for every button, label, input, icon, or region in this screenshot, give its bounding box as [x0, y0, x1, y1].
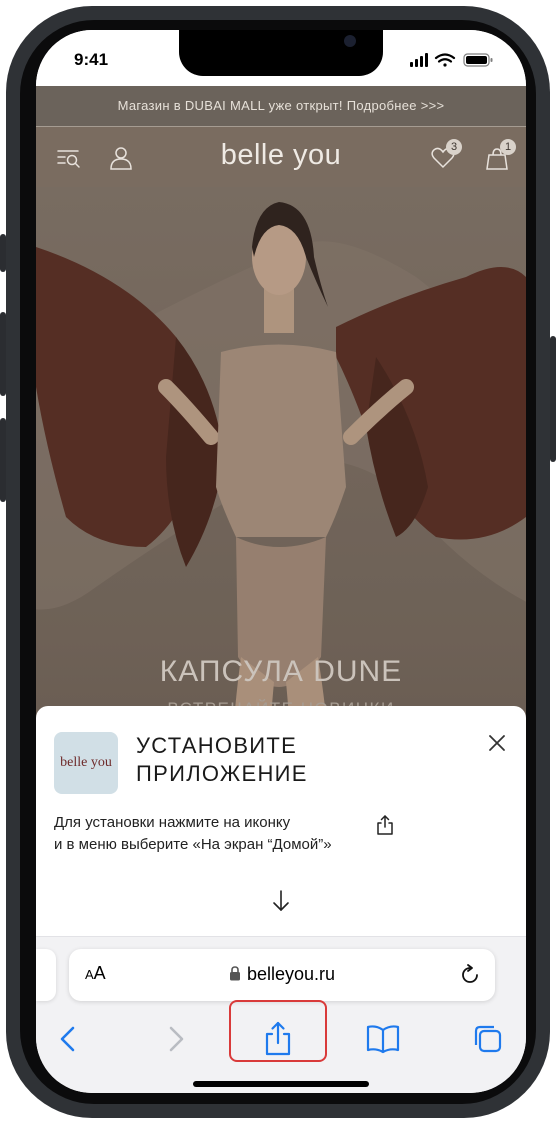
camera-icon: [344, 35, 356, 47]
status-icons: [410, 53, 493, 67]
forward-icon[interactable]: [156, 1019, 196, 1059]
instruction-line1: Для установки нажмите на иконку: [54, 814, 291, 831]
notch: [179, 30, 383, 76]
url-display[interactable]: belleyou.ru: [69, 964, 495, 985]
install-title-line2: ПРИЛОЖЕНИЕ: [136, 761, 308, 786]
install-title: УСТАНОВИТЕ ПРИЛОЖЕНИЕ: [136, 732, 466, 788]
mute-switch: [0, 234, 6, 272]
hero-title: КАПСУЛА DUNE: [159, 655, 403, 688]
battery-icon: [463, 53, 493, 67]
signal-icon: [410, 53, 428, 67]
reload-icon[interactable]: [459, 963, 481, 987]
home-indicator: [193, 1081, 369, 1087]
promo-banner[interactable]: Магазин в DUBAI MALL уже открыт! Подробн…: [36, 86, 526, 127]
volume-down-button: [0, 418, 6, 502]
tabs-icon[interactable]: [468, 1019, 508, 1059]
install-title-line1: УСТАНОВИТЕ: [136, 733, 298, 758]
safari-toolbar: AA belleyou.ru: [36, 936, 526, 1093]
wifi-icon: [434, 53, 456, 67]
share-icon: [377, 815, 393, 835]
site-header: belle you 3 1: [36, 127, 526, 187]
cart-badge: 1: [500, 139, 516, 155]
wishlist-badge: 3: [446, 139, 462, 155]
close-icon[interactable]: [486, 732, 508, 754]
bookmarks-icon[interactable]: [363, 1019, 403, 1059]
side-button: [550, 336, 556, 462]
status-bar: 9:41: [36, 30, 526, 86]
address-bar[interactable]: AA belleyou.ru: [69, 949, 495, 1001]
previous-tab-peek[interactable]: [36, 949, 56, 1001]
lock-icon: [229, 966, 240, 981]
instruction-line2: и в меню выберите «На экран “Домой”»: [54, 836, 332, 853]
back-icon[interactable]: [48, 1019, 88, 1059]
install-app-sheet: belle you УСТАНОВИТЕ ПРИЛОЖЕНИЕ Для уста…: [36, 706, 526, 956]
volume-up-button: [0, 312, 6, 396]
app-icon: belle you: [54, 732, 118, 794]
share-button-highlight: [229, 1000, 327, 1062]
status-time: 9:41: [74, 50, 109, 69]
screen: 9:41 Магазин в DUBAI MALL уже открыт! По…: [36, 30, 526, 1093]
url-text: belleyou.ru: [246, 964, 336, 984]
install-instructions: Для установки нажмите на иконку и в меню…: [54, 812, 494, 856]
arrow-down-icon: [273, 890, 289, 911]
